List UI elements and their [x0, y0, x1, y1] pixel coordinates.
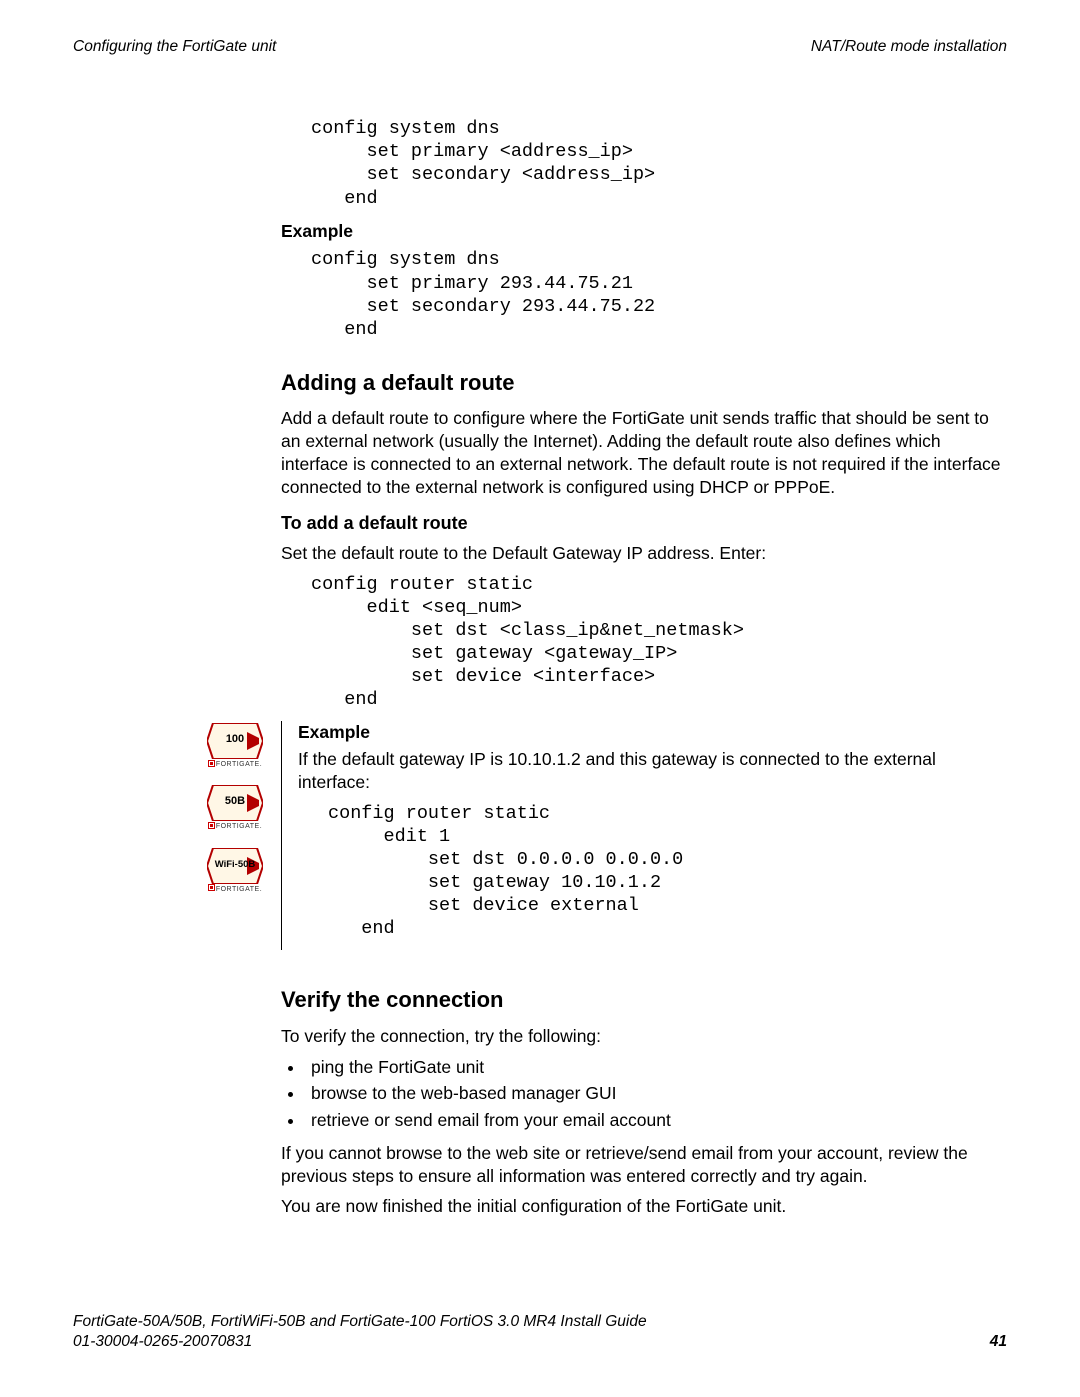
heading-verify: Verify the connection — [281, 986, 1006, 1015]
device-brand: FORTIGATE. — [199, 760, 271, 769]
device-brand: FORTIGATE. — [199, 885, 271, 894]
brand-square-icon — [208, 884, 215, 891]
vertical-separator — [281, 721, 282, 950]
brand-square-icon — [208, 822, 215, 829]
device-label: 100 — [207, 732, 263, 746]
example-label-2: Example — [298, 721, 1006, 744]
code-route-example: config router static edit 1 set dst 0.0.… — [298, 802, 1006, 941]
device-shape-icon: 50B — [207, 785, 263, 821]
device-brand: FORTIGATE. — [199, 822, 271, 831]
code-dns-example: config system dns set primary 293.44.75.… — [281, 248, 1006, 341]
para-verify-intro: To verify the connection, try the follow… — [281, 1025, 1006, 1048]
device-icon: 50B FORTIGATE. — [199, 785, 271, 831]
device-shape-icon: WiFi-50B — [207, 848, 263, 884]
list-item: retrieve or send email from your email a… — [305, 1109, 1006, 1132]
footer-left: FortiGate-50A/50B, FortiWiFi-50B and For… — [73, 1312, 647, 1352]
device-icon-stack: 100 FORTIGATE. 50B FORTIGA — [199, 721, 273, 893]
running-header: Configuring the FortiGate unit NAT/Route… — [73, 37, 1007, 57]
list-item: ping the FortiGate unit — [305, 1056, 1006, 1079]
footer-doc-id: 01-30004-0265-20070831 — [73, 1332, 647, 1352]
device-label: 50B — [207, 794, 263, 808]
device-icon: WiFi-50B FORTIGATE. — [199, 848, 271, 894]
para-default-route: Add a default route to configure where t… — [281, 407, 1006, 498]
device-icon-column: 100 FORTIGATE. 50B FORTIGA — [199, 721, 273, 950]
page-footer: FortiGate-50A/50B, FortiWiFi-50B and For… — [73, 1312, 1007, 1352]
header-left: Configuring the FortiGate unit — [73, 37, 276, 57]
device-icon: 100 FORTIGATE. — [199, 723, 271, 769]
footer-guide-title: FortiGate-50A/50B, FortiWiFi-50B and For… — [73, 1312, 647, 1332]
device-label: WiFi-50B — [207, 859, 263, 871]
example-content: Example If the default gateway IP is 10.… — [298, 721, 1006, 950]
para-add-route: Set the default route to the Default Gat… — [281, 542, 1006, 565]
para-verify-fail: If you cannot browse to the web site or … — [281, 1142, 1006, 1188]
code-route-template: config router static edit <seq_num> set … — [281, 573, 1006, 712]
code-dns-template: config system dns set primary <address_i… — [281, 117, 1006, 210]
heading-default-route: Adding a default route — [281, 369, 1006, 398]
subheading-add-route: To add a default route — [281, 512, 1006, 535]
device-shape-icon: 100 — [207, 723, 263, 759]
header-right: NAT/Route mode installation — [811, 37, 1007, 57]
example-para: If the default gateway IP is 10.10.1.2 a… — [298, 748, 1006, 794]
main-content: config system dns set primary <address_i… — [281, 117, 1006, 1218]
para-verify-done: You are now finished the initial configu… — [281, 1195, 1006, 1218]
list-item: browse to the web-based manager GUI — [305, 1082, 1006, 1105]
page-number: 41 — [990, 1332, 1007, 1352]
page: Configuring the FortiGate unit NAT/Route… — [0, 0, 1080, 1397]
example-label-1: Example — [281, 220, 1006, 243]
brand-square-icon — [208, 760, 215, 767]
verify-bullet-list: ping the FortiGate unit browse to the we… — [281, 1056, 1006, 1132]
example-block: 100 FORTIGATE. 50B FORTIGA — [281, 721, 1006, 950]
